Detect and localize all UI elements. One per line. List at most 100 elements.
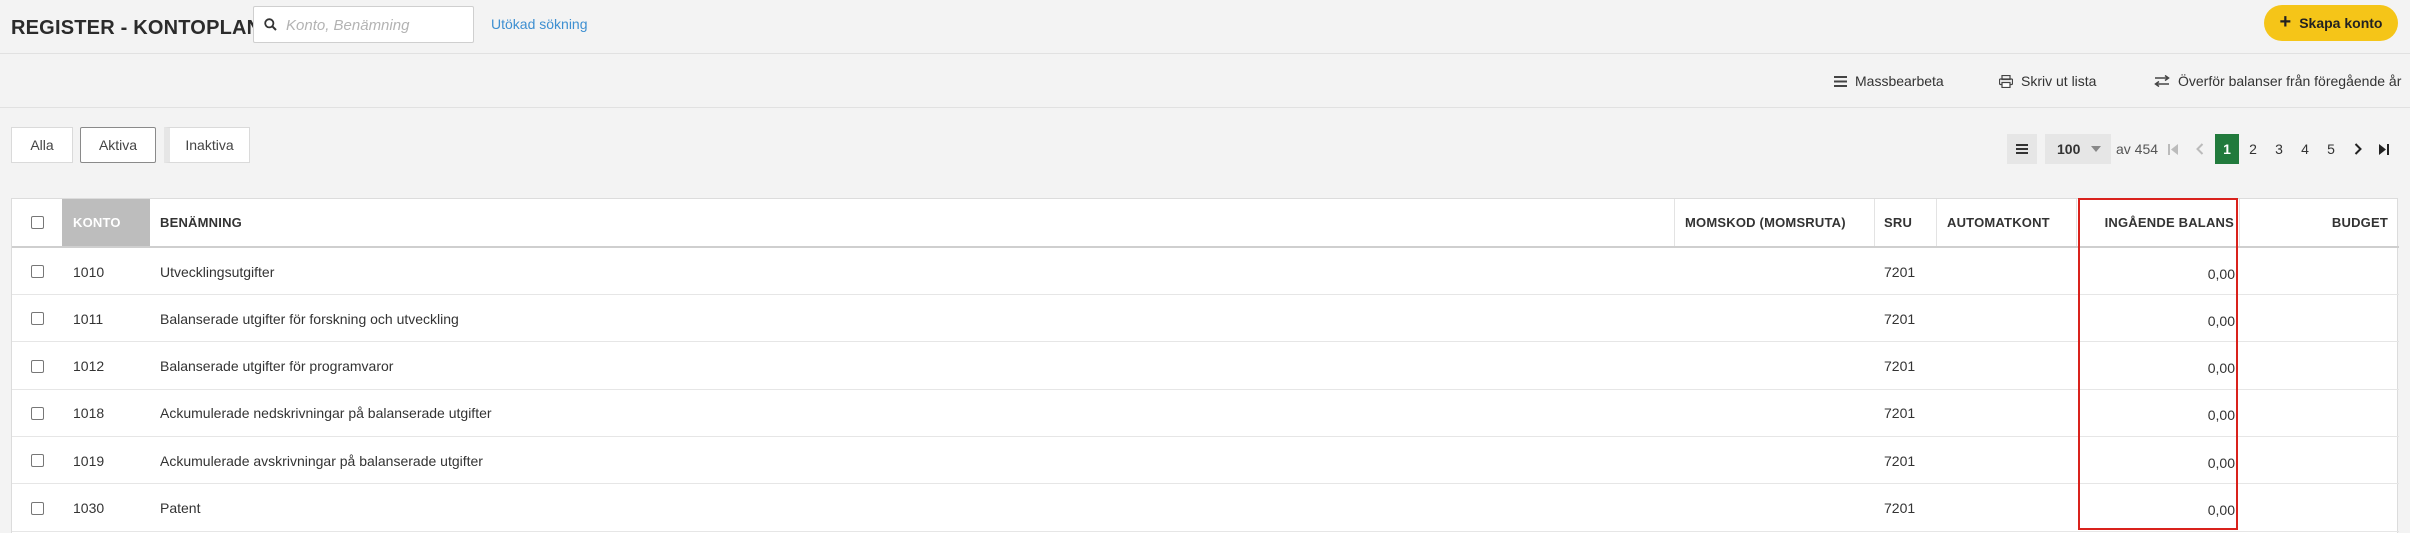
- cell-ingaende-balans: 0,00: [2207, 502, 2235, 518]
- cell-momskod: [1685, 343, 1865, 390]
- cell-automatkont: [1947, 437, 2067, 484]
- column-menu-button[interactable]: [2007, 134, 2037, 164]
- transfer-arrows-icon: [2154, 75, 2170, 87]
- search-input[interactable]: [286, 13, 466, 37]
- row-checkbox[interactable]: [30, 265, 44, 278]
- cell-momskod: [1685, 437, 1865, 484]
- row-select-cell: [12, 248, 62, 295]
- cell-ingaende-balans: 0,00: [2207, 312, 2235, 329]
- cell-budget: [2242, 248, 2388, 295]
- cell-automatkont: [1947, 295, 2067, 342]
- cell-sru: 7201: [1884, 452, 1916, 469]
- transfer-balances-label: Överför balanser från föregående år: [2178, 73, 2402, 89]
- advanced-search-link[interactable]: Utökad sökning: [491, 16, 588, 32]
- action-bar: Massbearbeta Skriv ut lista Överför bala…: [0, 55, 2410, 108]
- table-row[interactable]: 1018 Ackumulerade nedskrivningar på balan…: [12, 390, 2399, 437]
- page-1-button[interactable]: 1: [2215, 134, 2239, 164]
- cell-ingaende-balans: 0,00: [2207, 454, 2235, 471]
- column-divider: [1874, 199, 1875, 246]
- cell-ingaende-balans: 0,00: [2207, 360, 2235, 377]
- cell-budget: [2242, 485, 2388, 532]
- next-page-button[interactable]: [2349, 134, 2367, 164]
- search-box[interactable]: [253, 6, 474, 43]
- row-select-cell: [12, 437, 62, 484]
- printer-icon: [1999, 74, 2013, 88]
- row-checkbox[interactable]: [30, 454, 44, 468]
- table-row[interactable]: 1019 Ackumulerade avskrivningar på balans…: [12, 437, 2399, 485]
- cell-konto: 1018: [73, 405, 105, 422]
- cell-sru: 7201: [1884, 500, 1916, 516]
- filter-inactive[interactable]: Inaktiva: [164, 127, 250, 163]
- column-header-momskod[interactable]: MOMSKOD (MOMSRUTA): [1685, 199, 1865, 246]
- column-header-sru[interactable]: SRU: [1884, 199, 1934, 246]
- page-size-select[interactable]: 100: [2045, 134, 2111, 164]
- cell-konto: 1011: [73, 310, 104, 327]
- last-page-icon: [2379, 143, 2389, 155]
- cell-konto: 1019: [73, 452, 105, 469]
- cell-benamning: Balanserade utgifter för forskning och u…: [160, 310, 459, 327]
- cell-automatkont: [1947, 485, 2067, 532]
- column-header-benamning[interactable]: BENÄMNING: [150, 199, 1100, 246]
- select-all-cell: [12, 199, 62, 246]
- row-select-cell: [12, 390, 62, 437]
- cell-konto: 1010: [73, 263, 105, 280]
- row-checkbox[interactable]: [30, 359, 44, 373]
- chevron-right-icon: [2354, 143, 2362, 155]
- column-divider: [1674, 199, 1675, 246]
- cell-automatkont: [1947, 390, 2067, 437]
- cell-budget: [2242, 437, 2388, 484]
- column-header-ingaende-balans[interactable]: INGÅENDE BALANS: [2080, 199, 2234, 246]
- search-icon: [264, 18, 277, 31]
- print-list-button[interactable]: Skriv ut lista: [1999, 73, 2096, 89]
- filter-active[interactable]: Aktiva: [80, 127, 156, 163]
- page-3-button[interactable]: 3: [2267, 134, 2291, 164]
- page-title: REGISTER - KONTOPLAN: [11, 17, 262, 39]
- chevron-down-icon: [2091, 146, 2101, 152]
- bulk-edit-label: Massbearbeta: [1855, 73, 1944, 89]
- top-header: REGISTER - KONTOPLAN Utökad sökning + Sk…: [0, 0, 2410, 54]
- cell-benamning: Ackumulerade nedskrivningar på balansera…: [160, 405, 492, 422]
- page-2-button[interactable]: 2: [2241, 134, 2265, 164]
- table-row[interactable]: 1010 Utvecklingsutgifter 7201 0,00: [12, 248, 2399, 295]
- chevron-left-icon: [2196, 143, 2204, 155]
- page-5-button[interactable]: 5: [2319, 134, 2343, 164]
- row-checkbox[interactable]: [30, 501, 44, 515]
- row-checkbox[interactable]: [30, 406, 44, 420]
- create-account-button[interactable]: + Skapa konto: [2264, 5, 2398, 41]
- row-select-cell: [12, 343, 62, 390]
- column-divider: [2239, 199, 2240, 246]
- table-row[interactable]: 1030 Patent 7201 0,00: [12, 485, 2399, 532]
- cell-budget: [2242, 390, 2388, 437]
- column-divider: [2076, 199, 2077, 246]
- cell-sru: 7201: [1884, 405, 1916, 422]
- cell-konto: 1012: [73, 358, 105, 375]
- bulk-edit-button[interactable]: Massbearbeta: [1834, 73, 1944, 89]
- column-header-budget[interactable]: BUDGET: [2242, 199, 2388, 246]
- cell-momskod: [1685, 485, 1865, 532]
- accounts-table: KONTO BENÄMNING MOMSKOD (MOMSRUTA) SRU A…: [11, 198, 2399, 533]
- select-all-checkbox[interactable]: [30, 216, 44, 229]
- cell-benamning: Utvecklingsutgifter: [160, 263, 275, 280]
- column-header-automatkont[interactable]: AUTOMATKONT: [1947, 199, 2067, 246]
- table-row[interactable]: 1012 Balanserade utgifter för programvaro…: [12, 343, 2399, 390]
- filter-all[interactable]: Alla: [11, 127, 73, 163]
- column-header-konto[interactable]: KONTO: [62, 199, 150, 246]
- first-page-button[interactable]: [2164, 134, 2182, 164]
- page-size-value: 100: [2057, 141, 2081, 157]
- menu-icon: [2016, 144, 2028, 154]
- first-page-icon: [2168, 143, 2178, 155]
- last-page-button[interactable]: [2375, 134, 2393, 164]
- cell-automatkont: [1947, 343, 2067, 390]
- print-list-label: Skriv ut lista: [2021, 73, 2097, 89]
- page-4-button[interactable]: 4: [2293, 134, 2317, 164]
- table-row[interactable]: 1011 Balanserade utgifter för forskning o…: [12, 295, 2399, 343]
- prev-page-button[interactable]: [2191, 134, 2209, 164]
- row-checkbox[interactable]: [30, 312, 44, 326]
- row-select-cell: [12, 295, 62, 342]
- cell-benamning: Balanserade utgifter för programvaror: [160, 358, 394, 375]
- total-count: av 454: [2116, 141, 2159, 157]
- cell-momskod: [1685, 390, 1865, 437]
- transfer-balances-button[interactable]: Överför balanser från föregående år: [2154, 73, 2401, 89]
- cell-momskod: [1685, 248, 1865, 295]
- cell-benamning: Patent: [160, 500, 201, 516]
